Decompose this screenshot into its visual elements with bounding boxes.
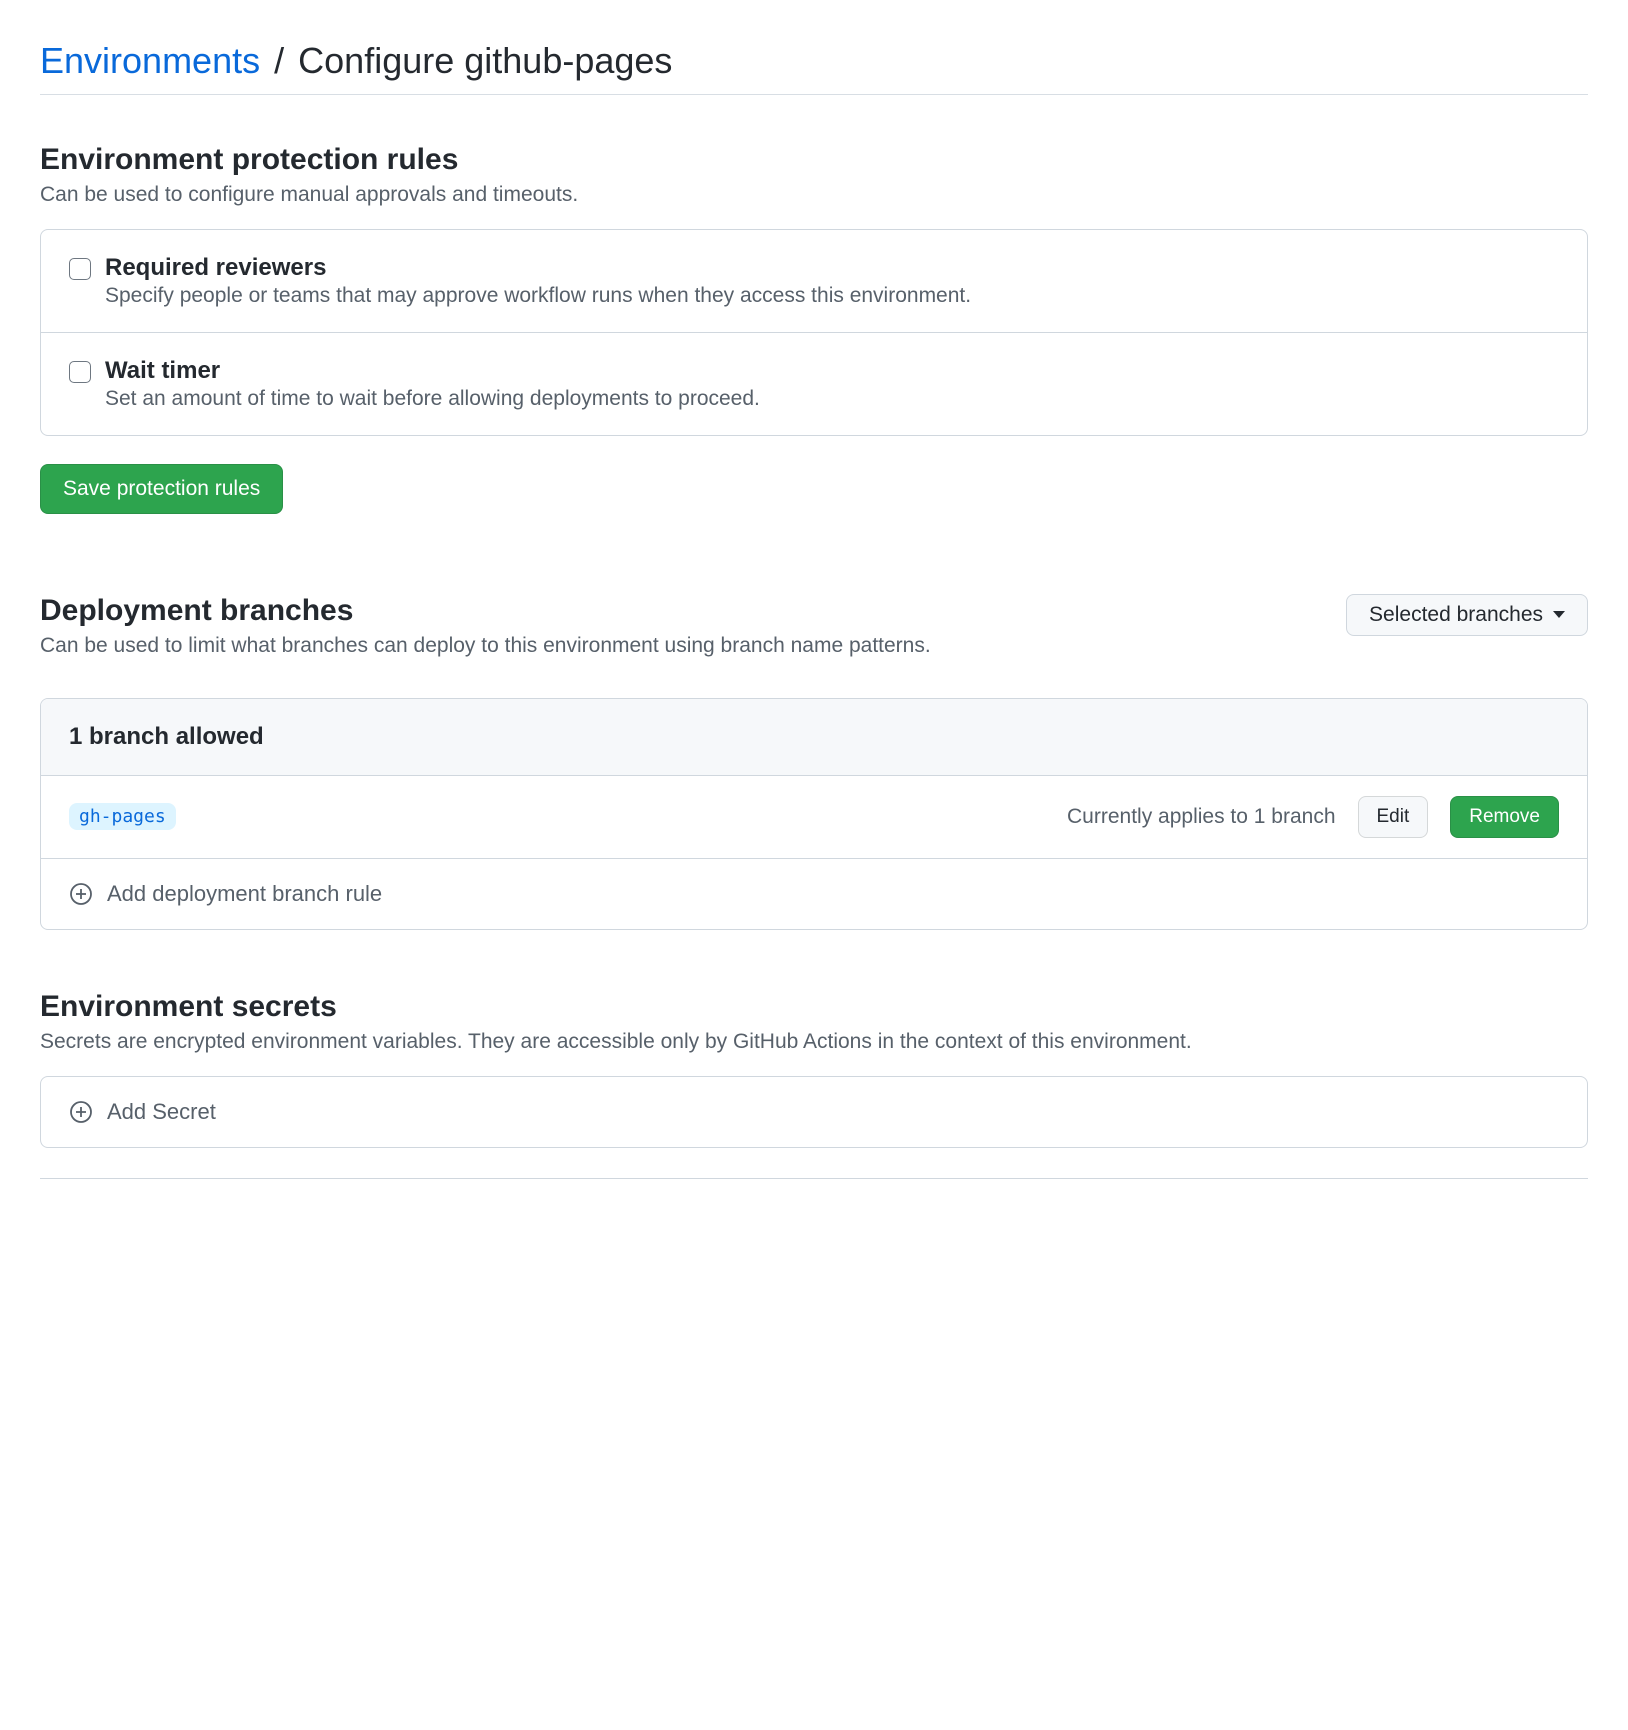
environment-secrets-desc: Secrets are encrypted environment variab… [40,1030,1588,1054]
deployment-branches-desc: Can be used to limit what branches can d… [40,634,1306,658]
save-protection-rules-button[interactable]: Save protection rules [40,464,283,514]
required-reviewers-desc: Specify people or teams that may approve… [105,284,971,308]
deployment-branches-box: 1 branch allowed gh-pages Currently appl… [40,698,1588,931]
wait-timer-checkbox[interactable] [69,361,91,383]
breadcrumb: Environments / Configure github-pages [40,40,1588,95]
breadcrumb-separator: / [270,40,288,81]
environment-secrets-section: Environment secrets Secrets are encrypte… [40,990,1588,1148]
edit-branch-button[interactable]: Edit [1358,796,1429,839]
environment-secrets-title: Environment secrets [40,990,1588,1024]
add-deployment-branch-rule[interactable]: Add deployment branch rule [41,859,1587,929]
required-reviewers-label: Required reviewers [105,254,971,282]
caret-down-icon [1553,611,1565,618]
required-reviewers-row: Required reviewers Specify people or tea… [41,230,1587,333]
deployment-branches-selector-label: Selected branches [1369,603,1543,627]
branch-row: gh-pages Currently applies to 1 branch E… [41,776,1587,860]
branch-name-badge: gh-pages [69,803,176,830]
wait-timer-desc: Set an amount of time to wait before all… [105,387,760,411]
wait-timer-row: Wait timer Set an amount of time to wait… [41,333,1587,435]
add-secret-label: Add Secret [107,1099,216,1125]
remove-branch-button[interactable]: Remove [1450,796,1559,839]
breadcrumb-current: Configure github-pages [298,40,672,81]
plus-circle-icon [69,882,93,906]
required-reviewers-checkbox[interactable] [69,258,91,280]
deployment-branches-section: Deployment branches Can be used to limit… [40,594,1588,931]
deployment-branches-selector[interactable]: Selected branches [1346,594,1588,636]
deployment-branches-title: Deployment branches [40,594,1306,628]
add-deployment-branch-label: Add deployment branch rule [107,881,382,907]
branches-allowed-header: 1 branch allowed [41,699,1587,776]
add-secret[interactable]: Add Secret [41,1077,1587,1147]
protection-rules-title: Environment protection rules [40,143,1588,177]
protection-rules-section: Environment protection rules Can be used… [40,143,1588,514]
breadcrumb-environments-link[interactable]: Environments [40,40,260,81]
branches-allowed-count: 1 branch allowed [69,723,264,751]
environment-secrets-box: Add Secret [40,1076,1588,1148]
protection-rules-desc: Can be used to configure manual approval… [40,183,1588,207]
protection-rules-box: Required reviewers Specify people or tea… [40,229,1588,436]
plus-circle-icon [69,1100,93,1124]
branch-applies-text: Currently applies to 1 branch [1067,805,1335,829]
wait-timer-label: Wait timer [105,357,760,385]
footer-divider [40,1178,1588,1179]
